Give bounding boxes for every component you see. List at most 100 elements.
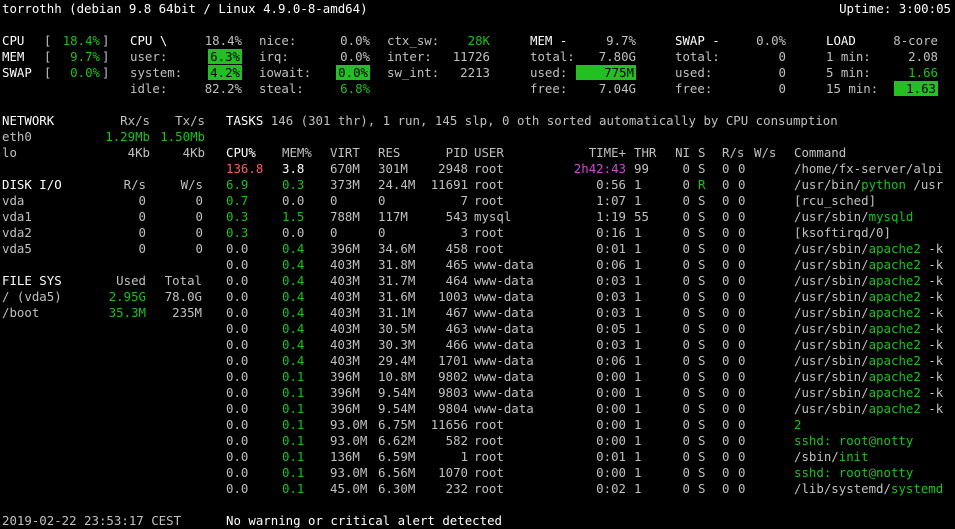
proc-mem: 1.5 xyxy=(282,209,305,224)
proc-command: /usr/sbin/apache2 -k xyxy=(794,353,943,369)
proc-time: 0:00 xyxy=(596,433,626,448)
proc-mem: 0.4 xyxy=(282,241,305,256)
swap-percent: 0.0% xyxy=(756,33,786,48)
fs-title: FILE SYS xyxy=(2,273,62,288)
proc-command-name: 2 xyxy=(794,417,802,432)
load-15min-label: 15 min: xyxy=(826,81,879,96)
ql-cpu-value: 18.4% xyxy=(62,33,100,48)
proc-state: S xyxy=(698,465,706,480)
col-ni-header[interactable]: NI xyxy=(670,145,690,161)
proc-thr: 1 xyxy=(634,177,642,192)
proc-user: www-data xyxy=(474,401,534,416)
cpu-title: CPU \ xyxy=(130,33,168,48)
proc-state: S xyxy=(698,321,706,336)
proc-virt: 403M xyxy=(330,273,360,288)
proc-cpu: 0.0 xyxy=(226,273,249,288)
proc-time: 0:00 xyxy=(596,385,626,400)
proc-cpu: 136.8 xyxy=(226,161,264,176)
proc-mem: 0.1 xyxy=(282,417,305,432)
proc-user: www-data xyxy=(474,289,534,304)
col-user-header[interactable]: USER xyxy=(474,145,504,161)
proc-ni: 0 xyxy=(682,289,690,304)
col-virt-header[interactable]: VIRT xyxy=(330,145,360,161)
proc-ni: 0 xyxy=(682,321,690,336)
proc-command-path: /usr/sbin/ xyxy=(794,257,869,272)
proc-write: 0 xyxy=(738,401,746,416)
proc-ni: 0 xyxy=(682,449,690,464)
proc-write: 0 xyxy=(738,241,746,256)
proc-pid: 464 xyxy=(445,273,468,288)
proc-user: root xyxy=(474,241,504,256)
cpu-inter-label: inter: xyxy=(387,49,432,64)
proc-mem: 0.0 xyxy=(282,193,305,208)
col-mem-header[interactable]: MEM% xyxy=(282,145,312,161)
proc-read: 0 xyxy=(722,225,730,240)
proc-user: www-data xyxy=(474,353,534,368)
swap-total-label: total: xyxy=(675,49,720,64)
proc-virt: 670M xyxy=(330,161,360,176)
proc-command-name: apache2 xyxy=(868,369,921,384)
col-rs-header[interactable]: R/s xyxy=(722,145,744,161)
proc-read: 0 xyxy=(722,465,730,480)
proc-res: 6.75M xyxy=(378,417,416,432)
proc-command: /usr/sbin/mysqld xyxy=(794,209,913,225)
proc-command-name: python xyxy=(861,177,906,192)
proc-pid: 9802 xyxy=(438,369,468,384)
fs-total-header: Total xyxy=(164,273,202,288)
glances-terminal[interactable]: torrothh (debian 9.8 64bit / Linux 4.9.0… xyxy=(0,0,955,528)
proc-thr: 1 xyxy=(634,433,642,448)
proc-res: 0 xyxy=(378,193,386,208)
col-pid-header[interactable]: PID xyxy=(428,145,468,161)
proc-state: S xyxy=(698,449,706,464)
cpu-system-label: system: xyxy=(130,65,183,80)
proc-time: 0:00 xyxy=(596,401,626,416)
col-res-header[interactable]: RES xyxy=(378,145,400,161)
proc-state: S xyxy=(698,433,706,448)
proc-thr: 1 xyxy=(634,417,642,432)
proc-command-args: -k xyxy=(920,241,944,256)
proc-time: 0:05 xyxy=(596,321,626,336)
proc-thr: 1 xyxy=(634,401,642,416)
proc-command-name: apache2 xyxy=(868,321,921,336)
proc-virt: 396M xyxy=(330,385,360,400)
proc-pid: 1070 xyxy=(438,465,468,480)
swap-free-label: free: xyxy=(675,81,713,96)
proc-time: 1:07 xyxy=(596,193,626,208)
proc-user: root xyxy=(474,161,504,176)
proc-virt: 396M xyxy=(330,369,360,384)
proc-thr: 99 xyxy=(634,161,649,176)
col-thr-header[interactable]: THR xyxy=(634,145,656,161)
load-1min-value: 2.08 xyxy=(908,49,938,64)
proc-res: 6.56M xyxy=(378,465,416,480)
ql-cpu-bracket-close: ] xyxy=(102,33,110,48)
proc-write: 0 xyxy=(738,161,746,176)
disk-r: 0 xyxy=(138,193,146,208)
proc-command-name: apache2 xyxy=(868,241,921,256)
mem-used-value: 775M xyxy=(576,65,636,80)
proc-read: 0 xyxy=(722,289,730,304)
proc-time: 1:19 xyxy=(596,209,626,224)
col-ws-header[interactable]: W/s xyxy=(754,145,776,161)
col-time-header[interactable]: TIME+ xyxy=(562,145,626,161)
proc-res: 31.1M xyxy=(378,305,416,320)
proc-command-name: apache2 xyxy=(868,289,921,304)
proc-ni: 0 xyxy=(682,481,690,496)
fs-used: 35.3M xyxy=(108,305,146,320)
proc-read: 0 xyxy=(722,321,730,336)
col-command-header[interactable]: Command xyxy=(794,145,846,161)
proc-mem: 0.3 xyxy=(282,177,305,192)
proc-res: 10.8M xyxy=(378,369,416,384)
proc-mem: 0.1 xyxy=(282,481,305,496)
proc-command-name: sshd: root@notty xyxy=(794,433,914,448)
col-cpu-header[interactable]: CPU% xyxy=(226,145,256,161)
cpu-user-label: user: xyxy=(130,49,168,64)
col-s-header[interactable]: S xyxy=(698,145,705,161)
tasks-summary-line: TASKS 146 (301 thr), 1 run, 145 slp, 0 o… xyxy=(226,113,838,129)
proc-command-args: -k xyxy=(920,289,944,304)
cpu-idle-label: idle: xyxy=(130,81,168,96)
proc-thr: 1 xyxy=(634,353,642,368)
proc-pid: 458 xyxy=(445,241,468,256)
proc-time: 0:03 xyxy=(596,305,626,320)
proc-cpu: 0.0 xyxy=(226,353,249,368)
disk-name: vda2 xyxy=(2,225,32,240)
